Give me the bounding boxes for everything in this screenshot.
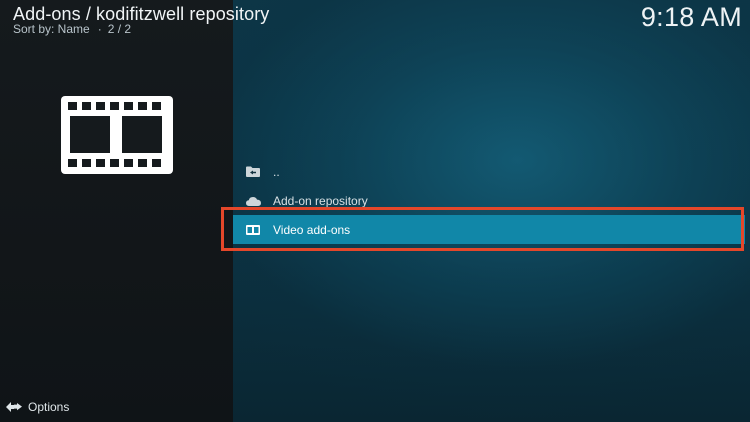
cloud-icon <box>233 186 273 215</box>
list-item-addon-repository[interactable]: Add-on repository <box>233 186 750 215</box>
list-item-parent[interactable]: .. <box>233 157 750 186</box>
folder-back-icon <box>233 157 273 186</box>
page-indicator: 2 / 2 <box>107 22 132 36</box>
list-item-label: Add-on repository <box>273 193 368 208</box>
kodi-screen: Add-ons / kodifitzwell repository Sort b… <box>0 0 750 422</box>
sort-info: Sort by: Name · 2 / 2 <box>13 22 131 36</box>
list-item-label: .. <box>273 164 280 179</box>
options-label: Options <box>28 400 70 414</box>
options-button[interactable]: Options <box>6 399 69 415</box>
addon-list: .. Add-on repository Video add-ons <box>233 157 750 244</box>
list-item-video-addons[interactable]: Video add-ons <box>233 215 745 244</box>
film-strip-icon <box>61 96 173 174</box>
sort-separator: · <box>97 22 102 36</box>
options-arrows-icon <box>6 399 22 415</box>
sort-label: Sort by: Name <box>13 22 90 36</box>
clock: 9:18 AM <box>640 2 742 32</box>
film-small-icon <box>233 215 273 244</box>
list-item-label: Video add-ons <box>273 222 351 237</box>
left-panel <box>0 0 233 422</box>
